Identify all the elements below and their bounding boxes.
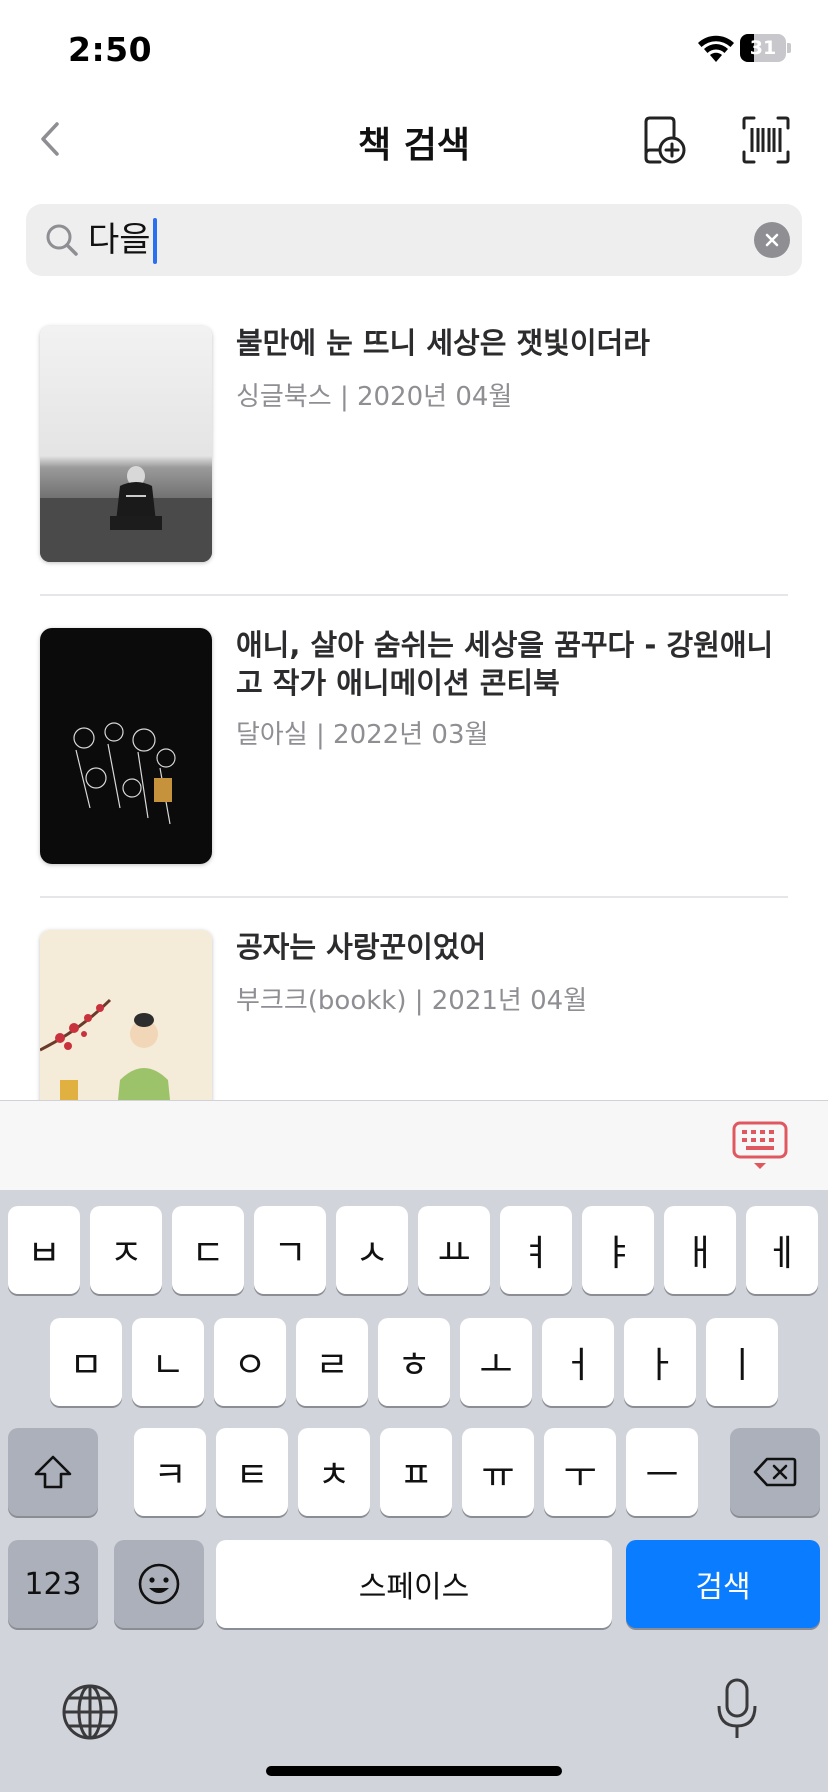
battery-indicator: 31: [740, 34, 791, 62]
emoji-icon: [138, 1563, 180, 1605]
book-meta: 싱글북스 | 2020년 04월: [236, 382, 513, 412]
key-row1-9[interactable]: ㅔ: [746, 1206, 818, 1294]
backspace-icon: [753, 1457, 797, 1487]
shift-icon: [34, 1455, 72, 1489]
key-row2-2[interactable]: ㅇ: [214, 1318, 286, 1406]
result-item[interactable]: 불만에 눈 뜨니 세상은 잿빛이더라 싱글북스 | 2020년 04월: [0, 300, 828, 596]
clear-icon: [765, 233, 779, 247]
book-meta: 부크크(bookk) | 2021년 04월: [236, 986, 588, 1016]
key-row1-1[interactable]: ㅈ: [90, 1206, 162, 1294]
clear-search-button[interactable]: [754, 222, 790, 258]
result-item[interactable]: 애니, 살아 숨쉬는 세상을 꿈꾸다 - 강원애니고 작가 애니메이션 콘티북 …: [0, 596, 828, 898]
space-key[interactable]: 스페이스: [216, 1540, 612, 1628]
key-row2-3[interactable]: ㄹ: [296, 1318, 368, 1406]
key-row1-3[interactable]: ㄱ: [254, 1206, 326, 1294]
status-bar: 2:50 31: [0, 0, 828, 100]
book-meta: 달아실 | 2022년 03월: [236, 720, 489, 750]
mic-icon[interactable]: [712, 1676, 762, 1742]
key-row1-8[interactable]: ㅐ: [664, 1206, 736, 1294]
key-row1-0[interactable]: ㅂ: [8, 1206, 80, 1294]
page-title: 책 검색: [358, 125, 470, 166]
navigation-bar: 책 검색: [0, 100, 828, 180]
text-caret: [153, 218, 157, 264]
backspace-key[interactable]: [730, 1428, 820, 1516]
key-row3-5[interactable]: ㅜ: [544, 1428, 616, 1516]
book-cover: [40, 628, 212, 864]
search-return-key[interactable]: 검색: [626, 1540, 820, 1628]
keyboard-toolbar: [0, 1100, 828, 1190]
emoji-key[interactable]: [114, 1540, 204, 1628]
search-return-key-label: 검색: [695, 1570, 751, 1605]
result-item[interactable]: 공자는 사랑꾼이었어 부크크(bookk) | 2021년 04월: [0, 898, 828, 1100]
key-row3-3[interactable]: ㅍ: [380, 1428, 452, 1516]
search-input-value: 다을: [88, 220, 151, 260]
book-title: 불만에 눈 뜨니 세상은 잿빛이더라: [236, 326, 650, 360]
book-title: 공자는 사랑꾼이었어: [236, 930, 487, 964]
key-row2-6[interactable]: ㅓ: [542, 1318, 614, 1406]
key-row2-5[interactable]: ㅗ: [460, 1318, 532, 1406]
battery-percent: 31: [749, 37, 777, 59]
keyboard: ㅂㅈㄷㄱㅅㅛㅕㅑㅐㅔ ㅁㄴㅇㄹㅎㅗㅓㅏㅣ ㅋㅌㅊㅍㅠㅜㅡ 123 스페이스 검색: [0, 1190, 828, 1792]
search-icon: [46, 224, 78, 256]
keyboard-dismiss-icon[interactable]: [732, 1121, 788, 1171]
home-indicator: [266, 1766, 562, 1776]
globe-icon[interactable]: [60, 1682, 120, 1742]
key-row3-2[interactable]: ㅊ: [298, 1428, 370, 1516]
book-title: 애니, 살아 숨쉬는 세상을 꿈꾸다 - 강원애니고 작가 애니메이션 콘티북: [236, 628, 774, 700]
key-row2-0[interactable]: ㅁ: [50, 1318, 122, 1406]
key-row1-7[interactable]: ㅑ: [582, 1206, 654, 1294]
key-row2-1[interactable]: ㄴ: [132, 1318, 204, 1406]
key-row2-4[interactable]: ㅎ: [378, 1318, 450, 1406]
key-row3-4[interactable]: ㅠ: [462, 1428, 534, 1516]
key-row3-6[interactable]: ㅡ: [626, 1428, 698, 1516]
key-row2-7[interactable]: ㅏ: [624, 1318, 696, 1406]
wifi-icon: [698, 35, 734, 62]
shift-key[interactable]: [8, 1428, 98, 1516]
book-cover: [40, 326, 212, 562]
key-row3-1[interactable]: ㅌ: [216, 1428, 288, 1516]
search-results-list: 불만에 눈 뜨니 세상은 잿빛이더라 싱글북스 | 2020년 04월 애니,: [0, 300, 828, 1100]
key-row1-2[interactable]: ㄷ: [172, 1206, 244, 1294]
key-row2-8[interactable]: ㅣ: [706, 1318, 778, 1406]
barcode-scan-icon[interactable]: [740, 114, 792, 166]
status-time: 2:50: [68, 30, 153, 69]
add-book-icon[interactable]: [636, 114, 688, 166]
space-key-label: 스페이스: [358, 1570, 470, 1605]
numbers-key-label: 123: [24, 1566, 82, 1602]
book-cover: [40, 930, 212, 1100]
numbers-key[interactable]: 123: [8, 1540, 98, 1628]
key-row1-4[interactable]: ㅅ: [336, 1206, 408, 1294]
search-field[interactable]: 다을: [26, 204, 802, 276]
key-row3-0[interactable]: ㅋ: [134, 1428, 206, 1516]
key-row1-5[interactable]: ㅛ: [418, 1206, 490, 1294]
key-row1-6[interactable]: ㅕ: [500, 1206, 572, 1294]
search-input[interactable]: 다을: [88, 204, 151, 276]
